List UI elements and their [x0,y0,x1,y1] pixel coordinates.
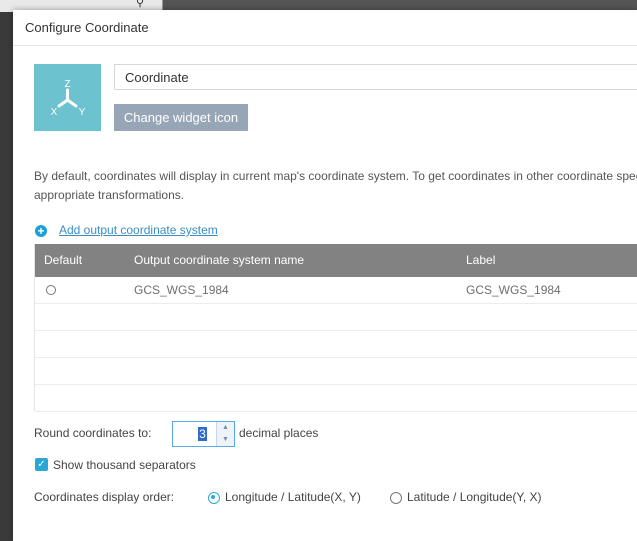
output-systems-table: Default Output coordinate system name La… [34,244,637,412]
display-order-label: Coordinates display order: [34,490,175,504]
table-row-empty [35,358,637,385]
stepper-buttons: ▲ ▼ [216,422,234,446]
lon-lat-radio[interactable] [208,492,220,504]
table-row-empty [35,304,637,331]
spin-down-icon[interactable]: ▼ [217,434,234,446]
axis-label-y: Y [79,107,86,118]
table-row[interactable]: GCS_WGS_1984 GCS_WGS_1984 [35,277,637,304]
dialog-title: Configure Coordinate [25,20,149,35]
header-default: Default [44,253,83,267]
header-system-name: Output coordinate system name [134,253,305,267]
axis-label-x: X [51,107,58,118]
decimal-places-stepper[interactable]: 3 ▲ ▼ [172,421,235,447]
axis-label-z: Z [64,79,70,90]
row-label: GCS_WGS_1984 [466,283,561,297]
title-divider [13,45,637,46]
table-header: Default Output coordinate system name La… [35,244,637,277]
lat-lon-radio[interactable] [390,492,402,504]
row-system-name: GCS_WGS_1984 [134,283,229,297]
lat-lon-label[interactable]: Latitude / Longitude(Y, X) [407,490,542,504]
decimal-places-value[interactable]: 3 [198,427,207,441]
change-widget-icon-button[interactable]: Change widget icon [114,104,248,131]
default-radio[interactable] [46,285,56,295]
add-circle-icon[interactable]: + [35,225,47,237]
lon-lat-label[interactable]: Longitude / Latitude(X, Y) [225,490,361,504]
configure-dialog: Configure Coordinate Z X Y Change widget… [13,10,637,541]
description-text: By default, coordinates will display in … [34,169,637,202]
add-output-link[interactable]: Add output coordinate system [59,223,218,237]
axis-icon: Z X Y [51,79,86,118]
thousand-separators-label: Show thousand separators [53,458,196,472]
search-icon: ⚲ [136,0,145,9]
widget-icon-preview: Z X Y [34,64,101,131]
widget-name-input[interactable] [114,64,637,90]
decimal-places-suffix: decimal places [239,426,319,440]
table-row-empty [35,385,637,412]
thousand-separators-checkbox[interactable]: ✓ [35,458,48,471]
header-label: Label [466,253,496,267]
check-icon: ✓ [37,459,46,470]
table-row-empty [35,331,637,358]
round-label: Round coordinates to: [34,426,152,440]
